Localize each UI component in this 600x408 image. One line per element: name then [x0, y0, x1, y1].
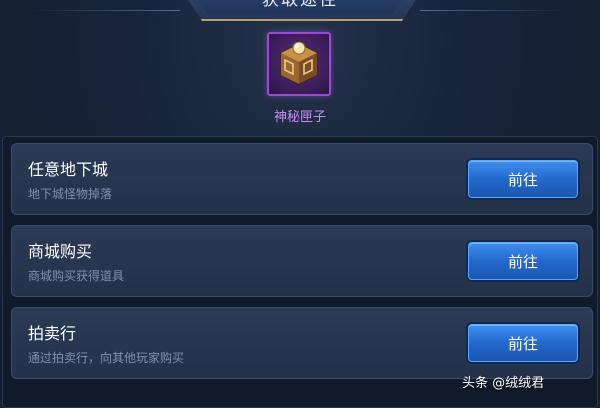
mystery-box-icon — [267, 32, 331, 96]
go-button-auction[interactable]: 前往 — [468, 324, 578, 362]
source-row-shop: 商城购买 商城购买获得道具 前往 — [11, 225, 593, 297]
go-button-dungeon[interactable]: 前往 — [468, 160, 578, 198]
page-title: 获取途径 — [262, 0, 338, 10]
watermark: 头条 @绒绒君 — [462, 376, 545, 391]
item-name: 神秘匣子 — [273, 110, 326, 125]
source-title: 拍卖行 — [28, 324, 77, 343]
source-description: 商城购买获得道具 — [28, 269, 125, 283]
source-description: 通过拍卖行，向其他玩家购买 — [28, 351, 185, 365]
source-description: 地下城怪物掉落 — [28, 187, 113, 201]
title-banner: 获取途径 — [190, 0, 410, 14]
sources-panel: 任意地下城 地下城怪物掉落 前往 商城购买 商城购买获得道具 前往 拍卖行 通过… — [2, 136, 598, 408]
banner-line-right — [420, 10, 570, 11]
source-title: 商城购买 — [28, 242, 93, 261]
source-title: 任意地下城 — [28, 160, 109, 179]
source-row-dungeon: 任意地下城 地下城怪物掉落 前往 — [11, 143, 593, 215]
go-button-shop[interactable]: 前往 — [468, 242, 578, 280]
banner-line-left — [30, 10, 180, 11]
source-row-auction: 拍卖行 通过拍卖行，向其他玩家购买 前往 — [11, 307, 593, 379]
